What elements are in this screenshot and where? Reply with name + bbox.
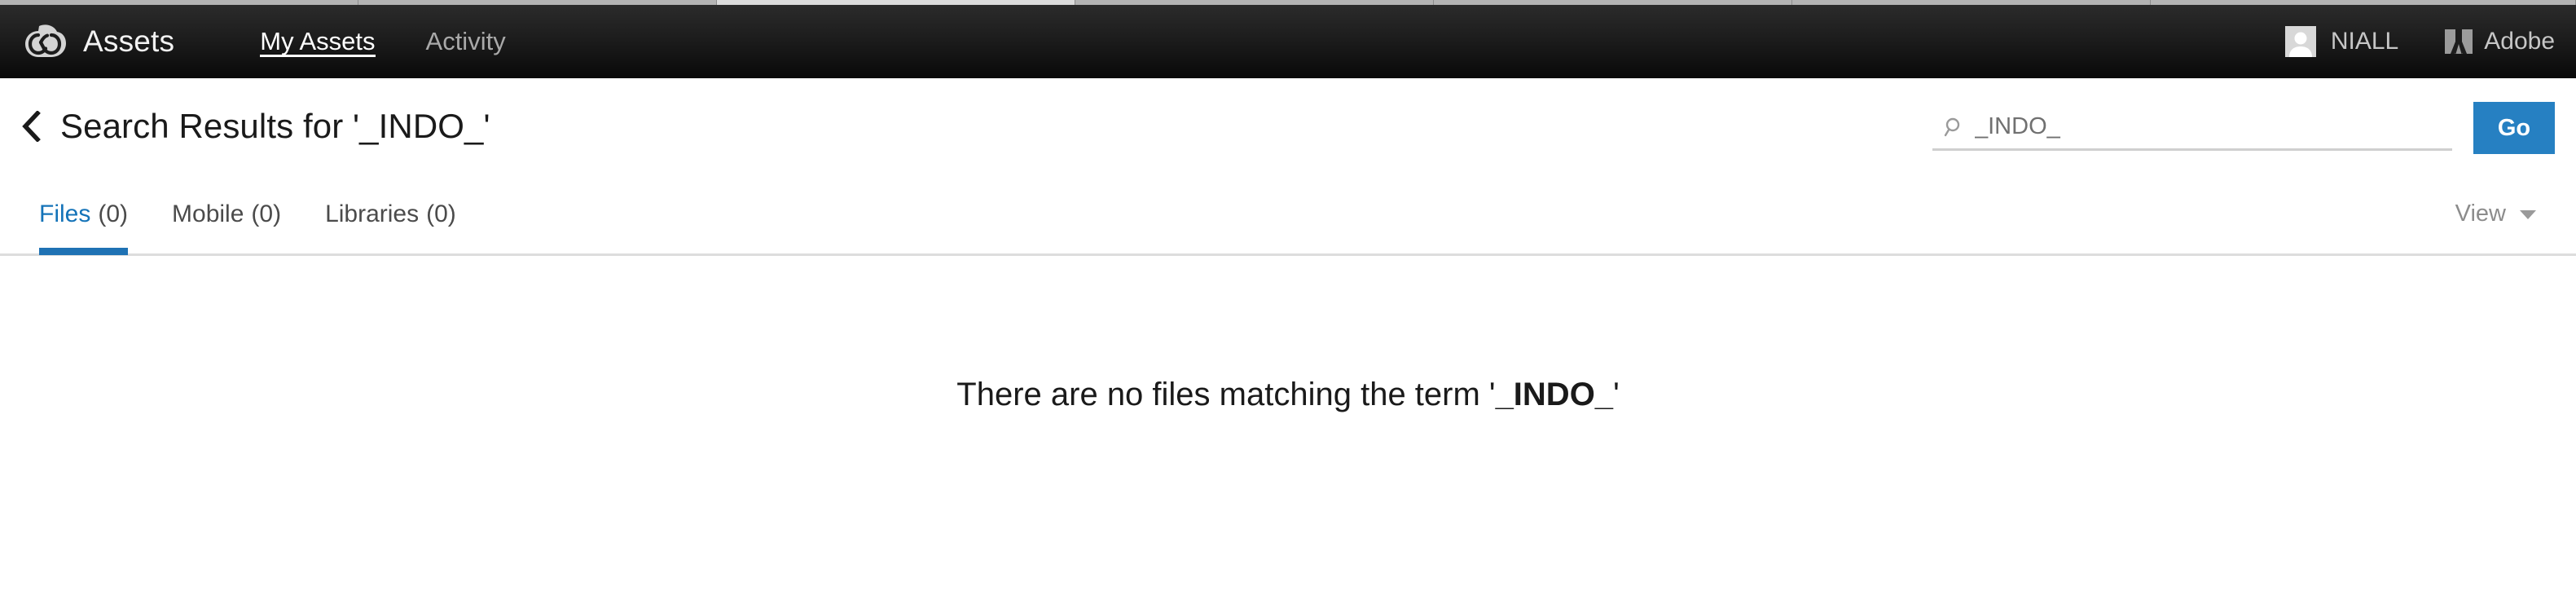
brand-label: Assets xyxy=(83,24,175,58)
tab-libraries-count: (0) xyxy=(426,200,456,227)
user-avatar-icon xyxy=(2288,32,2312,57)
adobe-label: Adobe xyxy=(2484,28,2555,55)
results-tab-bar: Files (0) Mobile (0) Libraries (0) View xyxy=(0,174,2576,256)
search-area: Go xyxy=(1932,102,2555,154)
tab-mobile-label: Mobile xyxy=(172,200,244,227)
avatar xyxy=(2284,26,2316,57)
search-icon xyxy=(1944,117,1960,136)
page-title: Search Results for '_INDO_' xyxy=(60,107,490,145)
search-input[interactable] xyxy=(1975,113,2415,140)
tab-libraries-label: Libraries xyxy=(325,200,420,227)
empty-state-term: _INDO_ xyxy=(1495,377,1614,412)
tab-files[interactable]: Files (0) xyxy=(39,174,129,255)
view-options-dropdown[interactable]: View xyxy=(2455,201,2537,227)
user-account-button[interactable]: NIALL xyxy=(2284,26,2399,57)
nav-link-my-assets[interactable]: My Assets xyxy=(260,5,376,78)
tab-files-label: Files xyxy=(39,200,91,227)
user-name-label: NIALL xyxy=(2330,28,2399,55)
view-dropdown-label: View xyxy=(2455,201,2506,227)
adobe-home-link[interactable]: Adobe xyxy=(2444,28,2555,55)
tab-list: Files (0) Mobile (0) Libraries (0) xyxy=(39,174,500,255)
empty-state-prefix: There are no files matching the term ' xyxy=(956,377,1496,412)
adobe-logo-icon xyxy=(2445,29,2473,54)
creative-cloud-logo-icon xyxy=(25,24,66,57)
search-go-button[interactable]: Go xyxy=(2473,102,2555,154)
chevron-down-icon xyxy=(2520,209,2536,219)
tab-libraries[interactable]: Libraries (0) xyxy=(325,174,456,255)
brand-block[interactable]: Assets xyxy=(24,20,174,63)
tab-files-count: (0) xyxy=(98,200,129,227)
tab-mobile[interactable]: Mobile (0) xyxy=(172,174,281,255)
empty-state-suffix: ' xyxy=(1613,377,1620,412)
empty-state-message: There are no files matching the term '_I… xyxy=(0,377,2576,413)
tab-mobile-count: (0) xyxy=(251,200,282,227)
results-content-area: There are no files matching the term '_I… xyxy=(0,258,2576,595)
search-field-wrapper[interactable] xyxy=(1932,113,2452,151)
primary-nav-links: My Assets Activity xyxy=(260,5,556,78)
page-title-row: Search Results for '_INDO_' Go xyxy=(0,78,2576,174)
back-chevron-icon[interactable] xyxy=(21,111,42,142)
top-navigation-bar: Assets My Assets Activity NIALL Adobe xyxy=(0,5,2576,78)
nav-right-group: NIALL Adobe xyxy=(2284,5,2555,78)
nav-link-activity[interactable]: Activity xyxy=(426,5,506,78)
